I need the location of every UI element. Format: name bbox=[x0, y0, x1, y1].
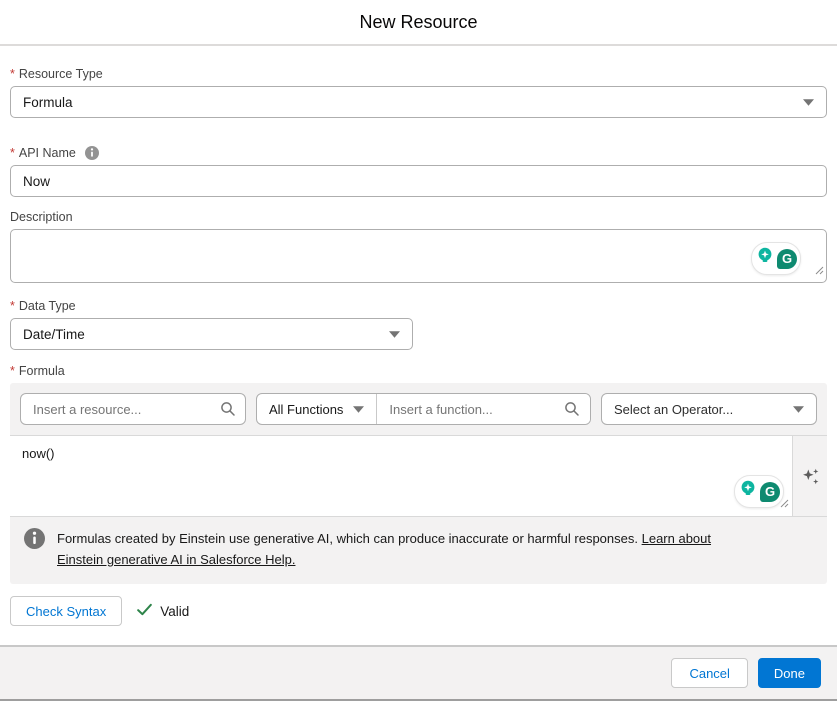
data-type-label-row: * Data Type bbox=[10, 299, 827, 313]
formula-panel: All Functions Sel bbox=[10, 383, 827, 585]
api-name-field: * API Name bbox=[10, 146, 827, 197]
check-syntax-button[interactable]: Check Syntax bbox=[10, 596, 123, 627]
resource-type-field: * Resource Type Formula bbox=[10, 67, 827, 118]
new-resource-dialog: New Resource * Resource Type Formula * A… bbox=[0, 0, 837, 701]
dialog-footer: Cancel Done bbox=[0, 645, 837, 701]
description-field: Description G bbox=[10, 210, 827, 283]
grammarly-icon: G bbox=[777, 248, 797, 269]
einstein-lightbulb-icon bbox=[755, 246, 775, 271]
insert-resource-search-input[interactable] bbox=[20, 393, 246, 425]
resource-type-value: Formula bbox=[23, 94, 73, 110]
formula-toolbar: All Functions Sel bbox=[10, 383, 827, 435]
grammarly-assistant-pill[interactable]: G bbox=[734, 475, 784, 508]
resource-type-label: Resource Type bbox=[18, 67, 103, 81]
sparkles-icon bbox=[802, 468, 818, 484]
required-marker: * bbox=[10, 299, 15, 313]
grammarly-icon: G bbox=[760, 481, 780, 502]
chevron-down-icon bbox=[803, 98, 814, 106]
description-label-row: Description bbox=[10, 210, 827, 224]
einstein-lightbulb-icon bbox=[738, 479, 758, 504]
einstein-sparkle-button[interactable] bbox=[798, 464, 823, 489]
data-type-label: Data Type bbox=[18, 299, 76, 313]
formula-editor: now() G bbox=[10, 436, 792, 516]
einstein-ai-strip bbox=[792, 436, 827, 516]
chevron-down-icon bbox=[353, 405, 365, 413]
disclaimer-text: Formulas created by Einstein use generat… bbox=[57, 528, 757, 570]
chevron-down-icon bbox=[793, 405, 804, 413]
formula-editor-row: now() G bbox=[10, 435, 827, 517]
description-textarea[interactable] bbox=[10, 229, 827, 283]
formula-label-row: * Formula bbox=[10, 364, 827, 378]
function-picker-group: All Functions bbox=[256, 393, 591, 425]
resize-handle-icon[interactable] bbox=[815, 262, 824, 280]
description-label: Description bbox=[10, 210, 73, 224]
formula-field: * Formula All Functions bbox=[10, 364, 827, 585]
cancel-button[interactable]: Cancel bbox=[671, 658, 748, 688]
data-type-combobox[interactable]: Date/Time bbox=[10, 318, 413, 350]
description-textarea-wrap: G bbox=[10, 229, 827, 283]
syntax-row: Check Syntax Valid bbox=[10, 596, 827, 627]
disclaimer-body: Formulas created by Einstein use generat… bbox=[57, 531, 638, 546]
grammarly-assistant-pill[interactable]: G bbox=[751, 242, 801, 275]
done-button[interactable]: Done bbox=[757, 658, 821, 688]
info-icon[interactable] bbox=[84, 146, 99, 160]
dialog-header: New Resource bbox=[0, 0, 837, 46]
dialog-body: * Resource Type Formula * API Name Now D… bbox=[0, 46, 837, 645]
info-icon bbox=[24, 528, 45, 570]
function-search-wrap bbox=[377, 394, 590, 424]
syntax-status: Valid bbox=[136, 601, 189, 621]
formula-label: Formula bbox=[18, 364, 65, 378]
resource-search-wrap bbox=[20, 393, 246, 425]
required-marker: * bbox=[10, 146, 15, 160]
page-title: New Resource bbox=[359, 11, 478, 32]
resource-type-label-row: * Resource Type bbox=[10, 67, 827, 81]
resource-type-combobox[interactable]: Formula bbox=[10, 86, 827, 118]
einstein-disclaimer-banner: Formulas created by Einstein use generat… bbox=[10, 517, 827, 584]
formula-textarea[interactable]: now() bbox=[10, 436, 792, 516]
operator-select[interactable]: Select an Operator... bbox=[601, 393, 817, 425]
api-name-input[interactable] bbox=[10, 165, 827, 197]
all-functions-dropdown[interactable]: All Functions bbox=[257, 394, 378, 424]
insert-function-search-input[interactable] bbox=[377, 394, 590, 424]
api-name-label: API Name bbox=[18, 146, 76, 160]
required-marker: * bbox=[10, 364, 15, 378]
required-marker: * bbox=[10, 67, 15, 81]
all-functions-label: All Functions bbox=[269, 401, 344, 417]
operator-placeholder: Select an Operator... bbox=[614, 401, 734, 417]
syntax-status-label: Valid bbox=[160, 603, 190, 619]
data-type-value: Date/Time bbox=[23, 326, 85, 342]
data-type-field: * Data Type Date/Time bbox=[10, 299, 827, 350]
api-name-label-row: * API Name bbox=[10, 146, 827, 160]
resize-handle-icon[interactable] bbox=[780, 495, 789, 513]
check-icon bbox=[136, 601, 153, 621]
chevron-down-icon bbox=[389, 330, 400, 338]
